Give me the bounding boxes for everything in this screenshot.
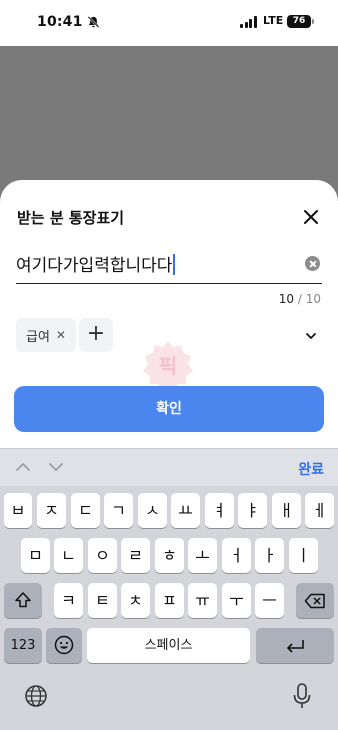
key[interactable]: ㅐ xyxy=(272,493,301,528)
memo-input-value[interactable]: 여기다가입력합니다다 xyxy=(16,251,176,276)
key[interactable]: ㅔ xyxy=(305,493,334,528)
key[interactable]: ㅣ xyxy=(289,538,318,573)
bottom-sheet: 받는 분 통장표기 여기다가입력합니다다 10 / 10 급여 ✕ + 픽 확인 xyxy=(0,180,338,450)
memo-input[interactable]: 여기다가입력합니다다 xyxy=(16,248,322,284)
suggestion-chip[interactable]: 급여 ✕ xyxy=(16,318,76,352)
keyboard-accessory-bar: 완료 xyxy=(0,448,338,486)
chip-label: 급여 xyxy=(26,329,50,345)
chevron-down-icon[interactable] xyxy=(305,330,317,342)
key[interactable]: ㅍ xyxy=(155,583,184,618)
emoji-icon xyxy=(54,635,74,655)
status-time: 10:41 xyxy=(37,14,83,30)
signal-icon xyxy=(240,16,258,28)
shift-key[interactable] xyxy=(4,583,42,618)
previous-field-icon[interactable] xyxy=(16,462,30,472)
return-icon xyxy=(287,640,304,653)
key[interactable]: ㄱ xyxy=(104,493,133,528)
next-field-icon[interactable] xyxy=(49,462,63,472)
key[interactable]: ㅜ xyxy=(222,583,251,618)
svg-text:픽: 픽 xyxy=(159,354,177,378)
emoji-key[interactable] xyxy=(46,628,82,663)
backspace-key[interactable] xyxy=(296,583,334,618)
key[interactable]: ㅌ xyxy=(88,583,117,618)
chip-remove-icon[interactable]: ✕ xyxy=(56,328,66,342)
status-bar: 10:41 LTE 76 xyxy=(0,0,338,46)
key[interactable]: ㅗ xyxy=(188,538,217,573)
key[interactable]: ㅈ xyxy=(37,493,66,528)
character-counter: 10 / 10 xyxy=(278,292,321,306)
shift-icon xyxy=(15,592,31,608)
key[interactable]: ㅋ xyxy=(54,583,83,618)
key[interactable]: ㅇ xyxy=(88,538,117,573)
add-chip-button[interactable]: + xyxy=(79,318,113,352)
key[interactable]: ㄹ xyxy=(121,538,150,573)
key[interactable]: ㅏ xyxy=(255,538,284,573)
key[interactable]: ㅁ xyxy=(21,538,50,573)
key[interactable]: ㅕ xyxy=(205,493,234,528)
key[interactable]: ㅑ xyxy=(238,493,267,528)
key[interactable]: ㅅ xyxy=(138,493,167,528)
space-key[interactable]: 스페이스 xyxy=(87,628,250,663)
key[interactable]: ㅊ xyxy=(121,583,150,618)
key[interactable]: ㄴ xyxy=(54,538,83,573)
numbers-key[interactable]: 123 xyxy=(4,628,42,663)
network-type: LTE xyxy=(263,14,284,27)
microphone-icon[interactable] xyxy=(292,682,312,710)
silent-bell-icon xyxy=(87,16,100,28)
key[interactable]: ㄷ xyxy=(71,493,100,528)
key[interactable]: ㅡ xyxy=(255,583,284,618)
globe-icon[interactable] xyxy=(24,684,48,708)
return-key[interactable] xyxy=(256,628,334,663)
sheet-title: 받는 분 통장표기 xyxy=(17,209,125,227)
clear-input-icon[interactable] xyxy=(305,256,320,271)
key[interactable]: ㅛ xyxy=(171,493,200,528)
done-button[interactable]: 완료 xyxy=(298,459,324,479)
confirm-button[interactable]: 확인 xyxy=(14,386,324,432)
key[interactable]: ㅎ xyxy=(155,538,184,573)
keyboard: 완료 ㅂ ㅈ ㄷ ㄱ ㅅ ㅛ ㅕ ㅑ ㅐ ㅔ ㅁ ㄴ ㅇ ㄹ ㅎ ㅗ ㅓ ㅏ ㅣ… xyxy=(0,448,338,730)
key[interactable]: ㅂ xyxy=(4,493,32,528)
key[interactable]: ㅓ xyxy=(222,538,251,573)
battery-icon: 76 xyxy=(287,15,314,28)
text-caret xyxy=(173,254,176,275)
backspace-icon xyxy=(304,593,325,609)
close-icon[interactable] xyxy=(302,208,320,226)
key[interactable]: ㅠ xyxy=(188,583,217,618)
